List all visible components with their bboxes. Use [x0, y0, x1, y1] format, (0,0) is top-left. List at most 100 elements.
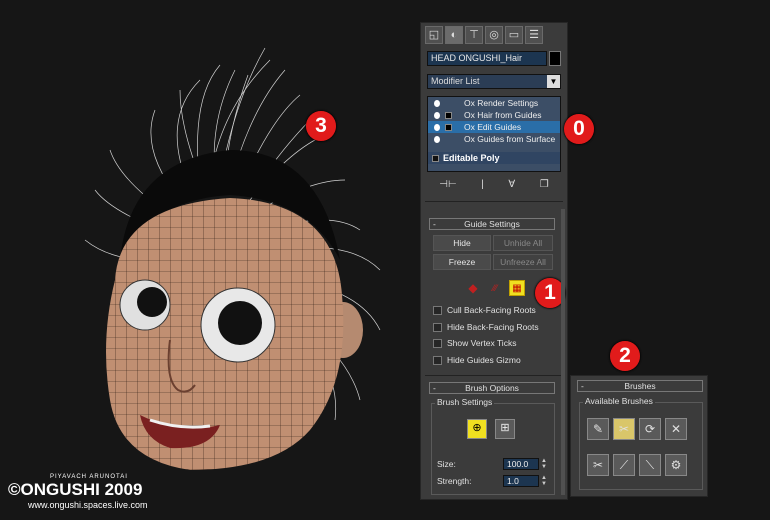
- brush-mode-square-button[interactable]: ⊞: [495, 419, 515, 439]
- stack-item-guides-from-surface[interactable]: Ox Guides from Surface: [428, 133, 560, 145]
- chevron-down-icon[interactable]: ▼: [547, 75, 560, 88]
- checkbox[interactable]: [433, 322, 442, 332]
- guide-select-icon[interactable]: ⁄⁄⁄: [487, 280, 503, 296]
- lightbulb-icon[interactable]: [434, 123, 440, 131]
- brushes-panel: - Brushes Available Brushes ✎ ✂ ⟳ ✕ ✂ ⟋ …: [570, 375, 708, 497]
- cut-brush-icon: ✂: [618, 422, 630, 436]
- frizz-brush-icon: ⚙: [670, 458, 682, 472]
- scale-brush-icon: ✕: [670, 422, 682, 436]
- size-spinner[interactable]: 100.0: [503, 458, 539, 470]
- size-label: Size:: [437, 459, 456, 469]
- freeze-button[interactable]: Freeze: [433, 254, 491, 270]
- create-icon[interactable]: ◱: [425, 26, 443, 44]
- viewport[interactable]: 1 3 PIYAVACH ARUNOTAI ©ONGUSHI 2009 www.…: [0, 0, 420, 520]
- utilities-icon[interactable]: ☰: [525, 26, 543, 44]
- configure-sets-icon[interactable]: ❐: [540, 179, 549, 190]
- strength-spinner[interactable]: 1.0: [503, 475, 539, 487]
- check-show-vertex-ticks[interactable]: Show Vertex Ticks: [433, 338, 516, 348]
- stack-tools: ⊣⊢ | ∀ ❐: [427, 179, 561, 190]
- brush-mode-circle-button[interactable]: ⊕: [467, 419, 487, 439]
- brush-cut[interactable]: ✂: [613, 418, 635, 440]
- pin-stack-icon[interactable]: ⊣⊢: [439, 179, 456, 190]
- spinner-arrows-icon[interactable]: ▲ ▼: [541, 458, 548, 470]
- brush-puff[interactable]: ⟍: [639, 454, 661, 476]
- modifier-stack: Ox Render Settings Ox Hair from Guides O…: [427, 96, 561, 172]
- modify-icon[interactable]: ◐: [445, 26, 463, 44]
- hide-button[interactable]: Hide: [433, 235, 491, 251]
- callout-digit: 0: [564, 114, 594, 144]
- check-label: Show Vertex Ticks: [447, 338, 517, 348]
- puff-brush-icon: ⟍: [645, 457, 655, 472]
- available-brushes-group: [579, 402, 703, 490]
- stack-item-label: Ox Hair from Guides: [464, 110, 542, 120]
- vertex-select-icon[interactable]: ◆: [465, 280, 481, 296]
- lightbulb-icon[interactable]: [434, 99, 440, 107]
- watermark: PIYAVACH ARUNOTAI ©ONGUSHI 2009 www.ongu…: [8, 474, 148, 510]
- check-hide-back-facing-roots[interactable]: Hide Back-Facing Roots: [433, 322, 539, 332]
- select-mode-icons: ◆ ⁄⁄⁄ ▦: [465, 280, 525, 296]
- comb-select-icon[interactable]: ▦: [509, 280, 525, 296]
- unfreeze-all-button[interactable]: Unfreeze All: [493, 254, 553, 270]
- checkbox[interactable]: [433, 355, 442, 365]
- rotate-brush-icon: ⟳: [644, 422, 656, 436]
- lightbulb-icon[interactable]: [434, 111, 440, 119]
- clump-brush-icon: ✂: [592, 458, 604, 472]
- collapse-icon[interactable]: -: [433, 219, 436, 229]
- make-unique-icon[interactable]: ∀: [508, 179, 515, 190]
- brush-clump[interactable]: ✂: [587, 454, 609, 476]
- divider: [425, 375, 563, 376]
- check-label: Hide Guides Gizmo: [447, 355, 521, 365]
- lightbulb-icon[interactable]: [434, 135, 440, 143]
- length-brush-icon: ⟋: [619, 457, 629, 472]
- display-icon[interactable]: ▭: [505, 26, 523, 44]
- modifier-list-label: Modifier List: [431, 76, 480, 86]
- expand-icon[interactable]: [445, 123, 452, 131]
- collapse-icon[interactable]: -: [433, 383, 436, 393]
- unhide-all-button[interactable]: Unhide All: [493, 235, 553, 251]
- rollout-title: Brushes: [624, 381, 656, 391]
- expand-icon[interactable]: [432, 154, 439, 162]
- stack-item-label: Ox Guides from Surface: [464, 134, 556, 144]
- rollout-brushes[interactable]: - Brushes: [577, 380, 703, 392]
- brush-comb[interactable]: ✎: [587, 418, 609, 440]
- brush-rotate[interactable]: ⟳: [639, 418, 661, 440]
- command-panel: ◱ ◐ ⊤ ◎ ▭ ☰ HEAD ONGUSHI_Hair Modifier L…: [420, 22, 568, 500]
- brush-length[interactable]: ⟋: [613, 454, 635, 476]
- brush-scale[interactable]: ✕: [665, 418, 687, 440]
- stack-item-editable-poly[interactable]: Editable Poly: [428, 152, 560, 164]
- comb-brush-icon: ✎: [592, 422, 604, 436]
- spinner-arrows-icon[interactable]: ▲ ▼: [541, 475, 548, 487]
- expand-icon[interactable]: [445, 111, 452, 119]
- collapse-icon[interactable]: -: [581, 381, 584, 391]
- scrollbar-thumb[interactable]: [561, 209, 565, 495]
- stack-item-hair-from-guides[interactable]: Ox Hair from Guides: [428, 109, 560, 121]
- url-text: www.ongushi.spaces.live.com: [28, 500, 148, 510]
- check-label: Hide Back-Facing Roots: [447, 322, 539, 332]
- brand-text: ©ONGUSHI 2009: [8, 480, 143, 499]
- rollout-brush-options[interactable]: - Brush Options: [429, 382, 555, 394]
- strength-label: Strength:: [437, 476, 472, 486]
- brush-frizz[interactable]: ⚙: [665, 454, 687, 476]
- check-label: Cull Back-Facing Roots: [447, 305, 536, 315]
- modifier-list-dropdown[interactable]: Modifier List ▼: [427, 74, 561, 89]
- hierarchy-icon[interactable]: ⊤: [465, 26, 483, 44]
- object-color-swatch[interactable]: [549, 51, 561, 66]
- rollout-title: Guide Settings: [464, 219, 520, 229]
- stack-item-render-settings[interactable]: Ox Render Settings: [428, 97, 560, 109]
- callout-digit: 3: [306, 111, 336, 141]
- checkbox[interactable]: [433, 338, 442, 348]
- check-hide-guides-gizmo[interactable]: Hide Guides Gizmo: [433, 355, 521, 365]
- circle-plus-icon: ⊕: [472, 422, 482, 434]
- object-name-field[interactable]: HEAD ONGUSHI_Hair: [427, 51, 547, 66]
- stack-base-label: Editable Poly: [443, 153, 500, 163]
- rollout-guide-settings[interactable]: - Guide Settings: [429, 218, 555, 230]
- stack-item-edit-guides[interactable]: Ox Edit Guides: [428, 121, 560, 133]
- motion-icon[interactable]: ◎: [485, 26, 503, 44]
- checkbox[interactable]: [433, 305, 442, 315]
- panel-scrollbar[interactable]: [561, 209, 565, 495]
- group-label: Brush Settings: [435, 397, 495, 407]
- show-end-result-icon[interactable]: |: [481, 179, 484, 190]
- check-cull-back-facing-roots[interactable]: Cull Back-Facing Roots: [433, 305, 536, 315]
- hair-head-model: [84, 47, 381, 470]
- rollout-title: Brush Options: [465, 383, 519, 393]
